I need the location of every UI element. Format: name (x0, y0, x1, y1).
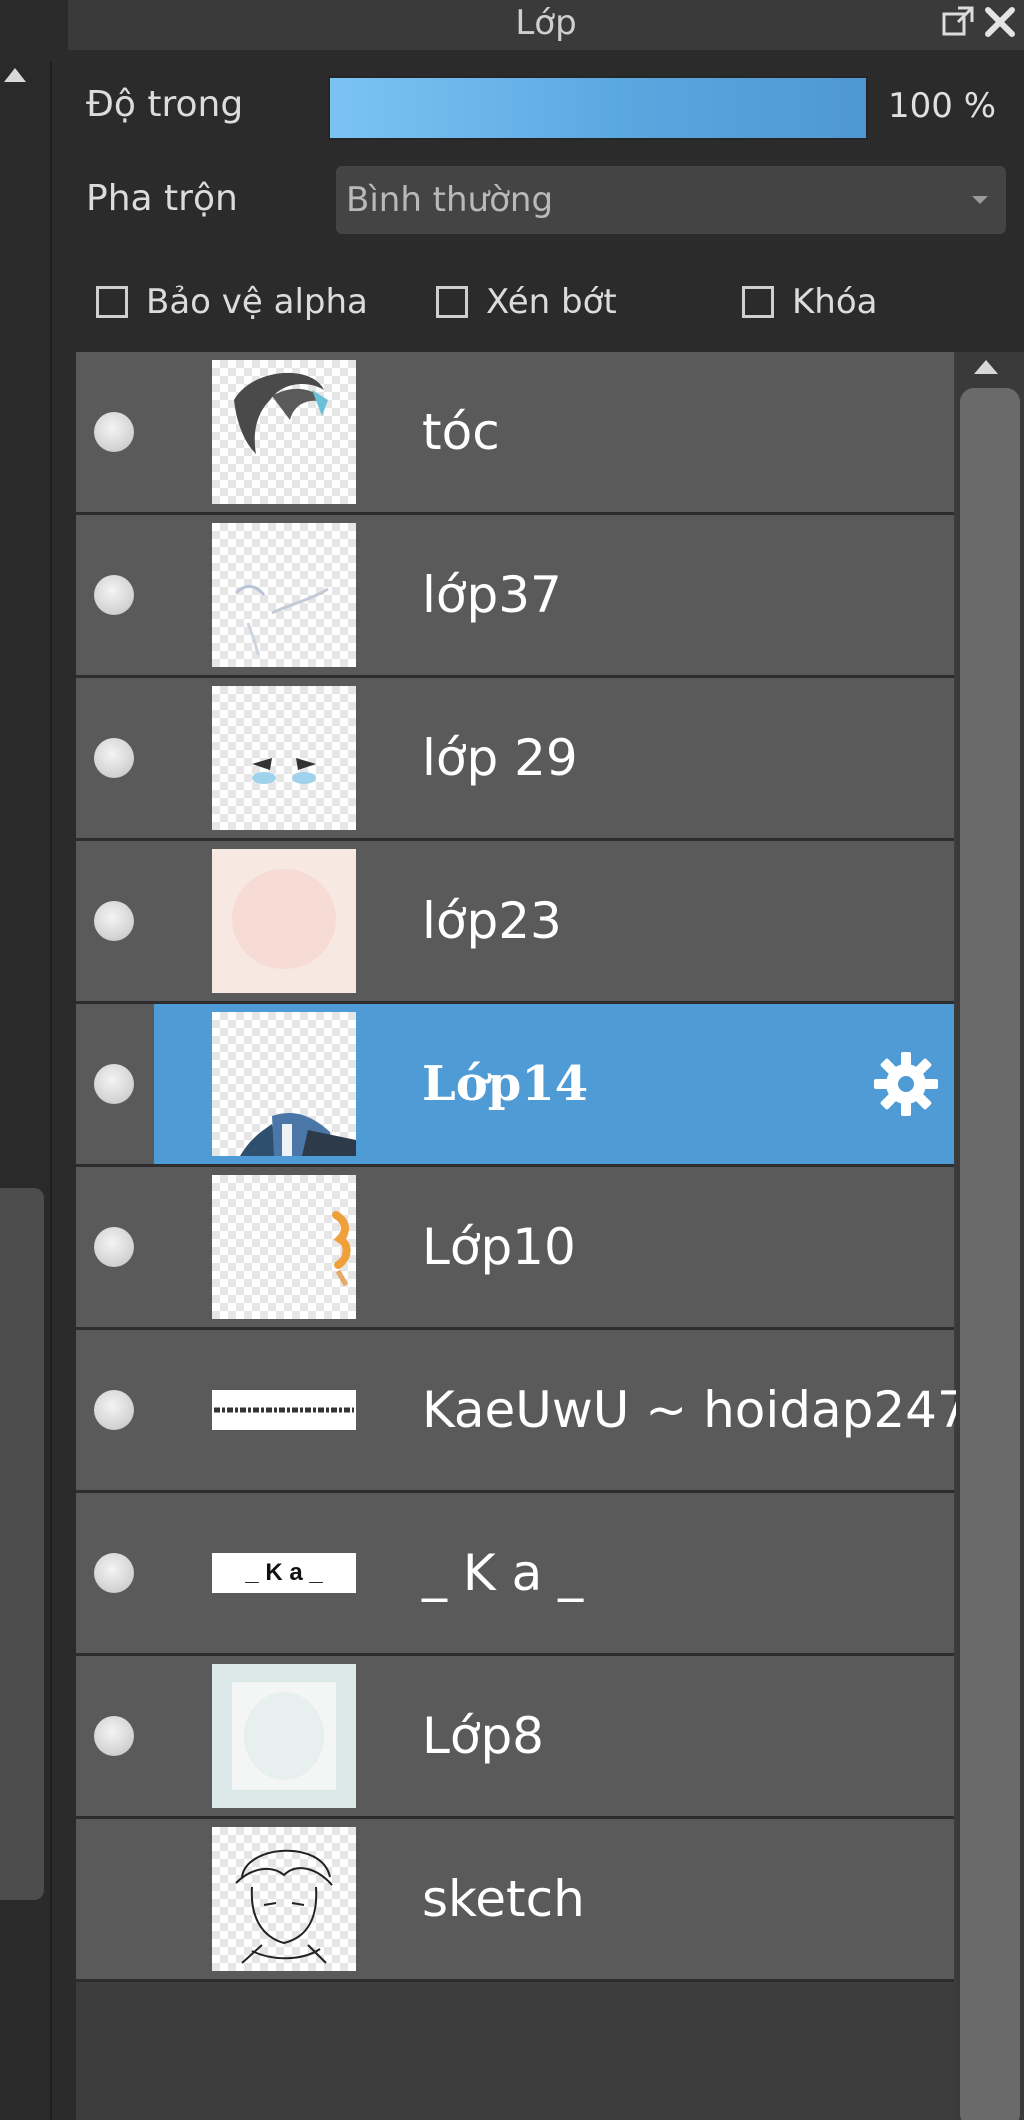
thumbnail-text: _ K a _ (245, 1559, 323, 1586)
opacity-label: Độ trong (86, 84, 244, 125)
visibility-toggle-icon[interactable] (94, 1716, 134, 1756)
left-scrollbar[interactable] (0, 62, 52, 2120)
blend-mode-label: Pha trộn (86, 178, 238, 219)
scroll-up-arrow-icon[interactable] (4, 68, 26, 82)
visibility-toggle-icon[interactable] (94, 1390, 134, 1430)
close-icon[interactable] (982, 4, 1018, 40)
layer-name: _ K a _ (422, 1544, 584, 1602)
layer-thumbnail (212, 686, 356, 830)
layer-row[interactable]: KaeUwU ~ hoidap247 (76, 1330, 969, 1493)
layer-name: tóc (422, 403, 500, 461)
visibility-toggle-icon[interactable] (94, 738, 134, 778)
layer-thumbnail (212, 1012, 356, 1156)
layer-list-scrollbar[interactable] (956, 352, 1024, 2120)
layer-row[interactable]: lớp23 (76, 841, 954, 1004)
layer-thumbnail (212, 1664, 356, 1808)
visibility-toggle-icon[interactable] (94, 1553, 134, 1593)
visibility-toggle-icon[interactable] (94, 412, 134, 452)
layer-name: sketch (422, 1870, 585, 1928)
visibility-toggle-icon[interactable] (94, 575, 134, 615)
layer-name: Lớp14 (422, 1056, 589, 1112)
protect-alpha-option[interactable]: Bảo vệ alpha (96, 280, 368, 324)
layer-row[interactable]: lớp37 (76, 515, 954, 678)
layer-thumbnail (212, 1175, 356, 1319)
layer-name: Lớp8 (422, 1707, 544, 1765)
layer-list: tóc lớp37 lớp 29 lớp23 Lớp14 Lớp10 KaeUw… (76, 352, 969, 2120)
clip-option[interactable]: Xén bớt (436, 280, 617, 324)
layer-name: lớp 29 (422, 729, 578, 787)
clip-checkbox[interactable] (436, 286, 468, 318)
visibility-toggle-icon[interactable] (94, 901, 134, 941)
layer-name: KaeUwU ~ hoidap247 (422, 1381, 969, 1439)
lock-option[interactable]: Khóa (742, 280, 877, 324)
blend-mode-value: Bình thường (346, 180, 554, 220)
layer-thumbnail: _ K a _ (212, 1553, 356, 1593)
clip-label: Xén bớt (486, 282, 617, 322)
layer-row[interactable]: sketch (76, 1819, 954, 1982)
layer-name: lớp37 (422, 566, 562, 624)
chevron-down-icon (972, 196, 988, 204)
layer-row[interactable]: Lớp10 (76, 1167, 954, 1330)
visibility-toggle-icon[interactable] (94, 1227, 134, 1267)
blend-mode-select[interactable]: Bình thường (336, 166, 1006, 234)
popout-icon[interactable] (940, 4, 976, 40)
layer-row[interactable]: lớp 29 (76, 678, 954, 841)
layer-thumbnail (212, 523, 356, 667)
layer-name: Lớp10 (422, 1218, 576, 1276)
gear-icon[interactable] (870, 1048, 942, 1120)
opacity-slider[interactable] (328, 76, 868, 140)
panel-header: Lớp (68, 0, 1024, 50)
scroll-up-arrow-icon[interactable] (974, 360, 998, 374)
layer-thumbnail (212, 849, 356, 993)
layer-thumbnail (212, 1390, 356, 1430)
layer-list-scrollbar-thumb[interactable] (960, 388, 1020, 2120)
layer-row[interactable]: Lớp8 (76, 1656, 954, 1819)
opacity-slider-fill (330, 78, 866, 138)
layer-name: lớp23 (422, 892, 562, 950)
opacity-value: 100 % (888, 86, 997, 126)
lock-label: Khóa (792, 282, 878, 322)
layer-thumbnail (212, 1827, 356, 1971)
layer-row-selected[interactable]: Lớp14 (76, 1004, 954, 1167)
lock-checkbox[interactable] (742, 286, 774, 318)
layer-panel-app: Lớp Độ trong 100 % Pha trộn Bình thường … (0, 0, 1024, 2120)
layer-row[interactable]: _ K a _ _ K a _ (76, 1493, 954, 1656)
layer-thumbnail (212, 360, 356, 504)
protect-alpha-checkbox[interactable] (96, 286, 128, 318)
visibility-toggle-icon[interactable] (94, 1064, 134, 1104)
protect-alpha-label: Bảo vệ alpha (146, 282, 368, 322)
left-scrollbar-thumb[interactable] (0, 1188, 44, 1900)
panel-title: Lớp (515, 3, 577, 43)
layer-row[interactable]: tóc (76, 352, 954, 515)
